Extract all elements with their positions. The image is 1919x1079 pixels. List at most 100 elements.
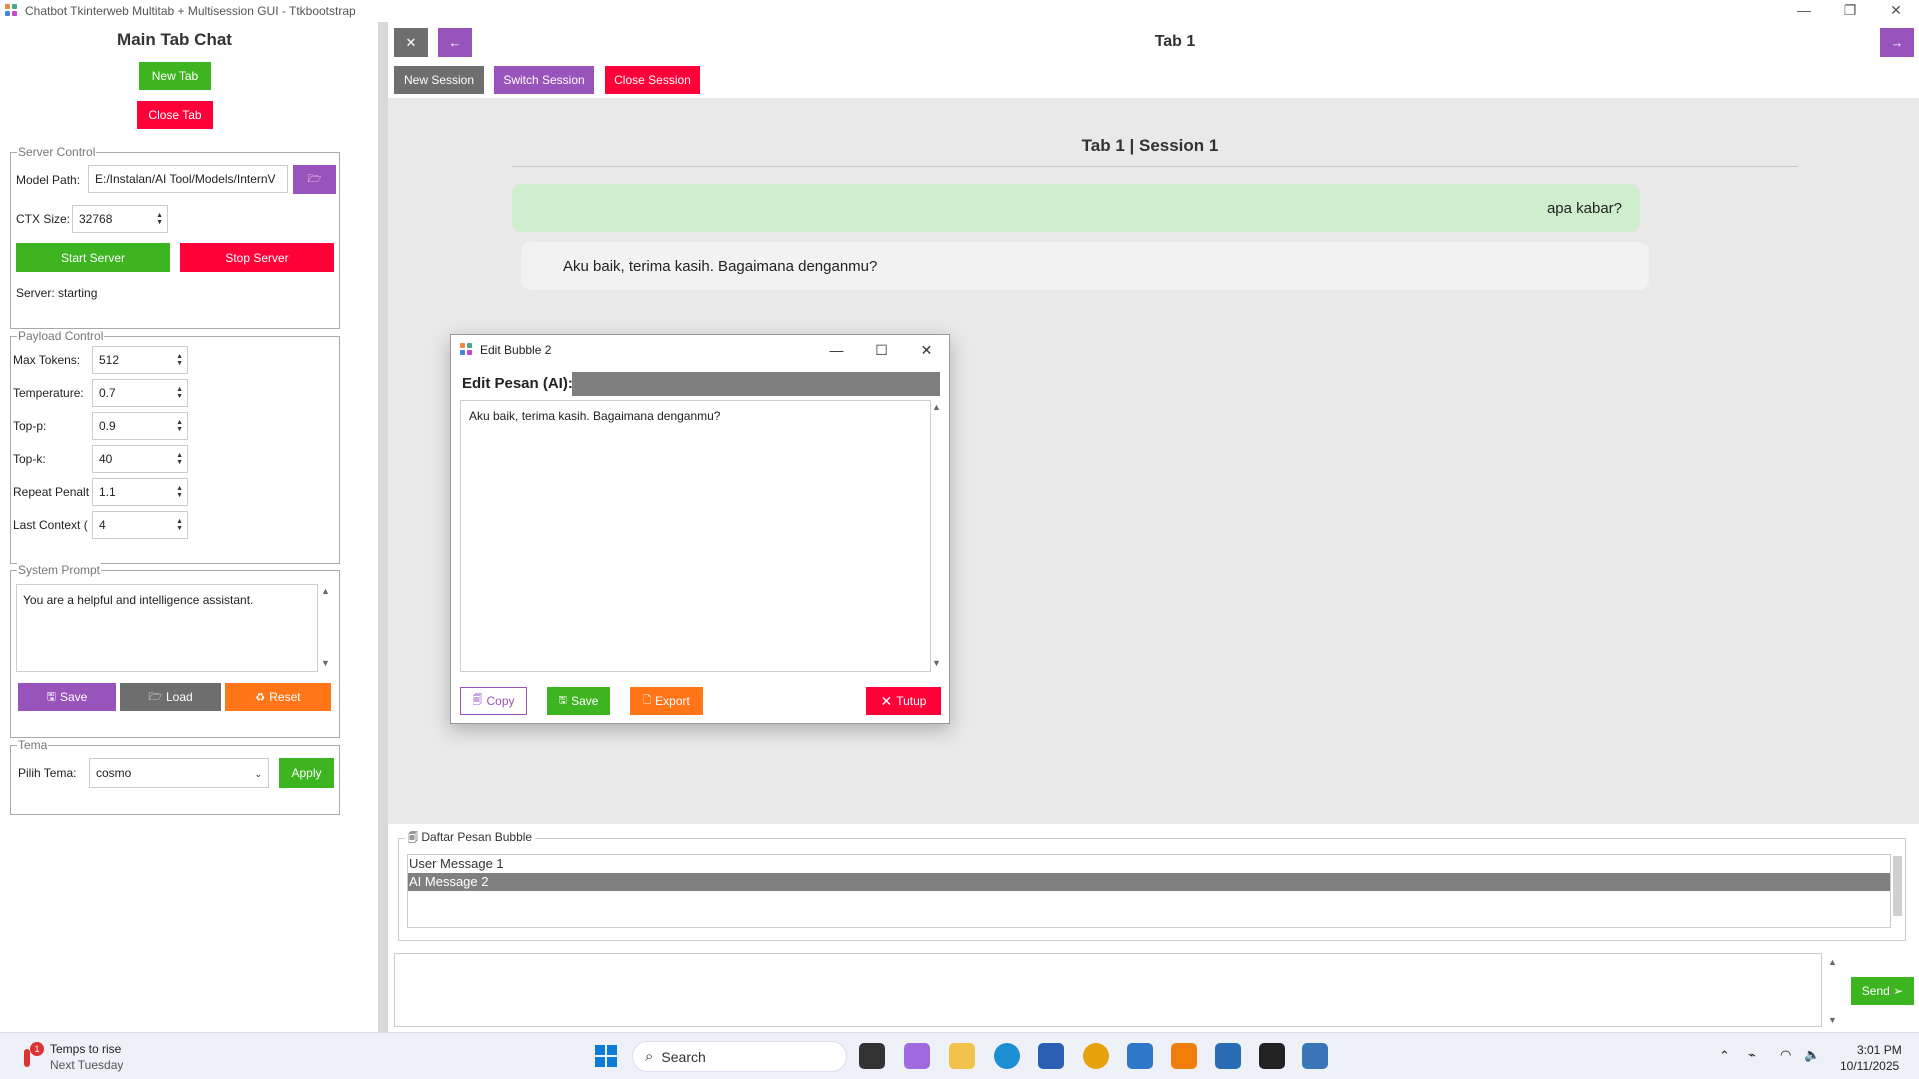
wifi-icon[interactable]: ◠ [1780,1047,1791,1063]
message-input[interactable] [394,953,1822,1027]
temperature-spinbox[interactable]: 0.7 ▲ ▼ [92,379,188,407]
temperature-value: 0.7 [99,386,116,400]
store-icon[interactable] [1038,1043,1064,1069]
close-icon[interactable]: ✕ [904,335,949,365]
textarea-scrollbar[interactable]: ▲ ▼ [931,400,941,672]
new-tab-button[interactable]: New Tab [139,62,211,90]
left-panel: Main Tab Chat New Tab Close Tab Server C… [0,22,378,1032]
chevron-up-icon[interactable]: ⌃ [1719,1048,1730,1064]
copy-button[interactable]: 🗐 Copy [460,687,527,715]
save-icon: 🖫 [46,690,56,703]
sublime-icon[interactable] [1171,1043,1197,1069]
edit-role-field[interactable] [572,372,940,396]
server-status: Server: starting [16,286,98,300]
list-scrollbar[interactable] [1893,856,1902,916]
spin-arrows-icon[interactable]: ▲ ▼ [176,419,183,433]
save-prompt-button[interactable]: 🖫 Save [18,683,116,711]
volume-icon[interactable]: 🔈 [1804,1047,1820,1063]
close-tab-icon[interactable]: ✕ [394,28,428,57]
scroll-down-icon[interactable]: ▼ [321,658,330,668]
panel-separator[interactable] [378,22,388,1032]
theme-select[interactable]: cosmo ⌄ [89,758,269,788]
top-k-spinbox[interactable]: 40 ▲ ▼ [92,445,188,473]
model-path-input[interactable]: E:/Instalan/AI Tool/Models/InternV [88,165,288,193]
edit-textarea[interactable]: Aku baik, terima kasih. Bagaimana dengan… [460,400,931,672]
taskbar-search[interactable]: ⌕ Search [632,1041,847,1072]
spin-arrows-icon[interactable]: ▲ ▼ [176,452,183,466]
notepad-icon[interactable] [1215,1043,1241,1069]
model-path-label: Model Path: [16,173,81,187]
max-tokens-label: Max Tokens: [13,353,81,367]
list-item[interactable]: AI Message 2 [408,873,1890,891]
list-item[interactable]: User Message 1 [408,855,1890,873]
max-tokens-spinbox[interactable]: 512 ▲ ▼ [92,346,188,374]
repeat-penalty-spinbox[interactable]: 1.1 ▲ ▼ [92,478,188,506]
clock-date[interactable]: 10/11/2025 [1840,1059,1899,1073]
user-bubble[interactable]: apa kabar? [512,184,1640,232]
monitor-app-icon[interactable] [1127,1043,1153,1069]
top-p-spinbox[interactable]: 0.9 ▲ ▼ [92,412,188,440]
restore-button[interactable]: ❐ [1827,0,1873,22]
spin-arrows-icon[interactable]: ▲ ▼ [176,518,183,532]
spin-arrows-icon[interactable]: ▲ ▼ [156,212,163,226]
scroll-up-icon[interactable]: ▲ [321,586,330,596]
spin-arrows-icon[interactable]: ▲ ▼ [176,386,183,400]
close-dialog-button[interactable]: ✕ Tutup [866,687,941,715]
new-session-button[interactable]: New Session [394,66,484,94]
maximize-icon[interactable]: ☐ [859,335,904,365]
forward-arrow-icon[interactable]: → [1880,28,1914,57]
browse-folder-button[interactable]: 🗁 [293,165,336,194]
search-icon: ⌕ [645,1048,654,1065]
minimize-icon[interactable]: — [814,335,859,365]
reset-prompt-button[interactable]: ♻ Reset [225,683,331,711]
save-prompt-label: Save [60,690,88,704]
load-prompt-label: Load [165,690,193,704]
payload-control-legend: Payload Control [17,329,105,343]
save-label: Save [571,694,599,708]
system-prompt-textarea[interactable]: You are a helpful and intelligence assis… [16,584,318,672]
bubble-listbox[interactable]: User Message 1 AI Message 2 [407,854,1891,928]
top-p-label: Top-p: [13,419,47,433]
top-k-label: Top-k: [13,452,46,466]
copilot-icon[interactable] [904,1043,930,1069]
network-icon[interactable]: ⌁ [1748,1047,1756,1063]
chrome-icon[interactable] [1083,1043,1109,1069]
task-view-icon[interactable] [859,1043,885,1069]
close-session-button[interactable]: Close Session [605,66,700,94]
back-arrow-icon[interactable]: ← [438,28,472,57]
export-button[interactable]: 🗋 Export [630,687,703,715]
windows-start-icon[interactable] [593,1043,619,1069]
stop-server-button[interactable]: Stop Server [180,243,334,272]
terminal-icon[interactable] [1259,1043,1285,1069]
load-prompt-button[interactable]: 🗁 Load [120,683,221,711]
tab-title: Tab 1 [1154,33,1196,50]
scroll-down-icon[interactable]: ▼ [1828,1015,1837,1025]
apply-theme-button[interactable]: Apply [279,758,334,788]
server-control-legend: Server Control [17,145,97,159]
minimize-button[interactable]: — [1781,0,1827,22]
clock-time[interactable]: 3:01 PM [1857,1043,1902,1057]
edit-label: Edit Pesan (AI): [462,375,573,392]
spin-arrows-icon[interactable]: ▲ ▼ [176,485,183,499]
file-explorer-icon[interactable] [949,1043,975,1069]
scroll-up-icon[interactable]: ▲ [1828,957,1837,967]
weather-icon[interactable]: 1 [18,1042,44,1069]
save-button[interactable]: 🖫 Save [547,687,610,715]
ctx-size-spinbox[interactable]: 32768 ▲ ▼ [72,205,168,233]
close-tab-button[interactable]: Close Tab [137,101,213,129]
app-icon [460,343,474,357]
list-icon: 🗐 [408,833,418,844]
dialog-titlebar: Edit Bubble 2 — ☐ ✕ [451,335,949,365]
send-button[interactable]: Send ➢ [1851,977,1914,1005]
theme-value: cosmo [96,766,132,780]
repeat-penalty-value: 1.1 [99,485,116,499]
ai-bubble[interactable]: Aku baik, terima kasih. Bagaimana dengan… [521,242,1649,290]
edge-icon[interactable] [994,1043,1020,1069]
close-window-button[interactable]: ✕ [1873,0,1919,22]
spin-arrows-icon[interactable]: ▲ ▼ [176,353,183,367]
export-label: Export [655,694,690,708]
python-icon[interactable] [1302,1043,1328,1069]
last-context-spinbox[interactable]: 4 ▲ ▼ [92,511,188,539]
switch-session-button[interactable]: Switch Session [494,66,594,94]
start-server-button[interactable]: Start Server [16,243,170,272]
